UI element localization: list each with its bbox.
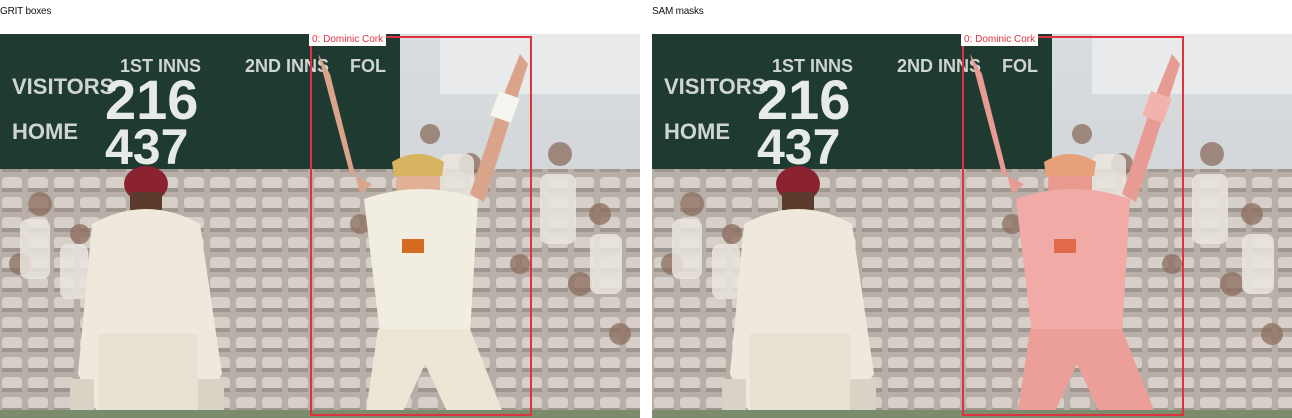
detection-label: 0: Dominic Cork <box>309 34 387 46</box>
cricket-photo: 1ST INNS 2ND INNS FOL VISITORS HOME 216 … <box>652 34 1292 418</box>
scoreboard-row1-label: VISITORS <box>12 74 114 99</box>
detection-box[interactable] <box>310 36 532 416</box>
scoreboard-row1-label: VISITORS <box>664 74 766 99</box>
grit-boxes-panel: GRIT boxes 1ST INNS 2ND INNS FOL VISITOR… <box>0 0 640 418</box>
sam-masks-panel: SAM masks 1ST INNS 2ND INNS FOL VISITORS… <box>652 0 1292 418</box>
detection-label: 0: Dominic Cork <box>961 34 1039 46</box>
scoreboard-row2-label: HOME <box>12 119 78 144</box>
panel-title: GRIT boxes <box>0 6 52 17</box>
detection-box[interactable] <box>962 36 1184 416</box>
cricket-photo: 1ST INNS 2ND INNS FOL VISITORS HOME 216 … <box>0 34 640 418</box>
panel-title: SAM masks <box>652 6 704 17</box>
scoreboard-row2-label: HOME <box>664 119 730 144</box>
